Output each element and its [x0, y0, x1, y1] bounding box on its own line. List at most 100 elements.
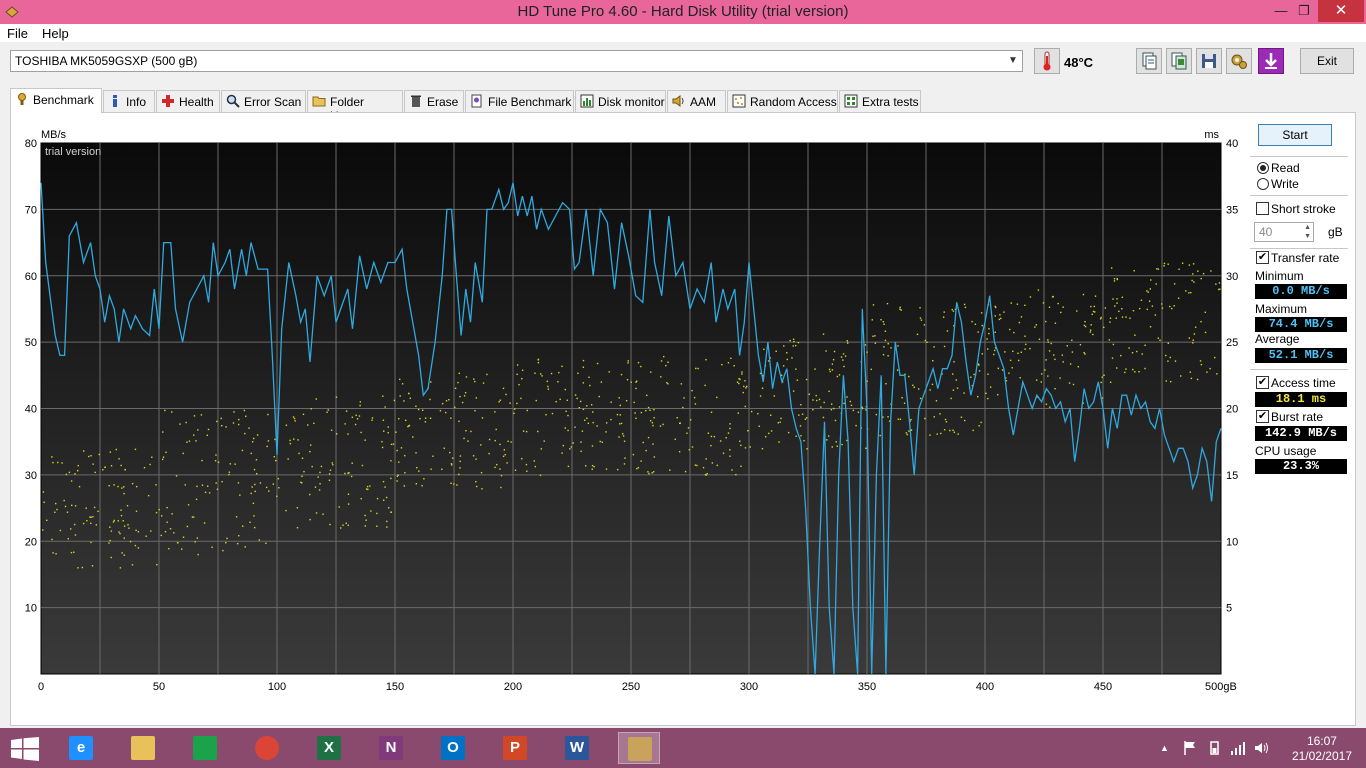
access-time-point: [600, 381, 603, 383]
volume-icon[interactable]: [1254, 740, 1270, 756]
access-time-point: [761, 447, 764, 450]
access-time-point: [770, 430, 773, 432]
save-button[interactable]: [1196, 48, 1222, 74]
access-time-point: [1192, 273, 1194, 275]
drive-select[interactable]: TOSHIBA MK5059GSXP (500 gB) ▼: [10, 50, 1023, 72]
access-time-point: [131, 564, 134, 566]
battery-icon[interactable]: [1206, 740, 1222, 756]
access-time-point: [1008, 372, 1010, 374]
access-time-point: [251, 486, 253, 488]
taskbar-app[interactable]: e: [60, 732, 102, 764]
access-time-point: [1104, 307, 1107, 309]
tab-health[interactable]: Health: [156, 90, 220, 112]
taskbar-app[interactable]: W: [556, 732, 598, 764]
copy-info-button[interactable]: [1136, 48, 1162, 74]
restore-button[interactable]: ❐: [1291, 0, 1317, 22]
access-time-point: [1199, 360, 1202, 362]
access-time-point: [1048, 306, 1051, 308]
clock[interactable]: 16:07 21/02/2017: [1292, 734, 1352, 764]
access-time-point: [376, 497, 379, 500]
menu-help[interactable]: Help: [42, 26, 69, 41]
tab-aam[interactable]: AAM: [667, 90, 726, 112]
tab-bar: Benchmark Info Health Error Scan Folder …: [10, 88, 1356, 123]
tab-random-access[interactable]: Random Access: [727, 90, 838, 112]
access-time-point: [239, 494, 241, 496]
access-time-point: [1197, 270, 1199, 272]
write-radio[interactable]: [1257, 178, 1269, 190]
download-icon: [1265, 53, 1277, 69]
word-icon: W: [565, 736, 589, 760]
taskbar-app[interactable]: X: [308, 732, 350, 764]
start-button[interactable]: Start: [1258, 124, 1332, 146]
y2-tick-label: 15: [1226, 470, 1238, 482]
access-time-point: [185, 421, 187, 424]
access-time-point: [69, 528, 72, 530]
access-time-point: [582, 366, 585, 368]
access-time-point: [739, 440, 741, 442]
spinner-arrows-icon[interactable]: ▲ ▼: [1304, 223, 1311, 241]
tab-erase[interactable]: Erase: [404, 90, 464, 112]
short-stroke-input[interactable]: 40 ▲ ▼: [1254, 222, 1314, 242]
network-signal-icon[interactable]: [1230, 740, 1246, 756]
temperature-button[interactable]: [1034, 48, 1060, 74]
download-button[interactable]: [1258, 48, 1284, 74]
access-time-point: [879, 434, 881, 437]
tab-disk-monitor[interactable]: Disk monitor: [575, 90, 666, 112]
access-time-point: [757, 413, 759, 415]
close-button[interactable]: ✕: [1318, 0, 1364, 22]
taskbar-app[interactable]: [122, 732, 164, 764]
access-time-point: [347, 493, 350, 495]
access-time-point: [186, 441, 188, 443]
access-time-point: [870, 368, 872, 371]
show-hidden-icons-icon[interactable]: ▲: [1160, 743, 1169, 753]
access-time-checkbox[interactable]: ✔: [1256, 376, 1269, 389]
short-stroke-checkbox[interactable]: [1256, 202, 1269, 215]
taskbar-app[interactable]: O: [432, 732, 474, 764]
taskbar-app[interactable]: N: [370, 732, 412, 764]
access-time-point: [697, 367, 699, 370]
taskbar-app[interactable]: P: [494, 732, 536, 764]
tab-info[interactable]: Info: [103, 90, 155, 112]
tab-label: Info: [126, 95, 147, 109]
access-time-point: [605, 422, 608, 424]
access-time-point: [309, 444, 312, 446]
access-time-point: [820, 406, 822, 408]
access-time-point: [787, 431, 790, 434]
taskbar-app[interactable]: [184, 732, 226, 764]
taskbar-app[interactable]: [618, 732, 660, 764]
access-time-point: [1192, 342, 1194, 344]
access-time-point: [829, 370, 831, 373]
access-time-point: [112, 521, 115, 523]
flag-icon[interactable]: [1182, 740, 1198, 756]
access-time-point: [195, 498, 198, 501]
access-time-point: [238, 418, 240, 421]
chevron-down-icon[interactable]: ▼: [1004, 51, 1022, 71]
options-button[interactable]: [1226, 48, 1252, 74]
access-time-point: [792, 345, 794, 347]
tab-file-benchmark[interactable]: File Benchmark: [465, 90, 574, 112]
windows-start-icon[interactable]: [11, 737, 39, 761]
access-time-point: [710, 411, 713, 413]
access-time-point: [1116, 302, 1118, 304]
burst-rate-checkbox[interactable]: ✔: [1256, 410, 1269, 423]
access-time-point: [480, 444, 482, 446]
access-time-point: [309, 518, 311, 521]
access-time-point: [70, 551, 73, 554]
taskbar-app[interactable]: [246, 732, 288, 764]
transfer-rate-checkbox[interactable]: ✔: [1256, 251, 1269, 264]
trial-watermark: trial version: [45, 146, 101, 158]
copy-screen-button[interactable]: [1166, 48, 1192, 74]
exit-button[interactable]: Exit: [1300, 48, 1354, 74]
tab-error-scan[interactable]: Error Scan: [221, 90, 306, 112]
read-radio[interactable]: [1257, 162, 1269, 174]
access-time-point: [727, 432, 730, 434]
tab-extra-tests[interactable]: Extra tests: [839, 90, 921, 112]
tab-benchmark[interactable]: Benchmark: [10, 88, 102, 113]
access-time-point: [633, 401, 635, 404]
access-time-point: [906, 433, 908, 436]
access-time-point: [134, 448, 137, 451]
menu-file[interactable]: File: [7, 26, 28, 41]
tab-folder-usage[interactable]: Folder Usage: [307, 90, 403, 123]
access-time-point: [1216, 373, 1218, 375]
access-time-point: [803, 439, 805, 442]
